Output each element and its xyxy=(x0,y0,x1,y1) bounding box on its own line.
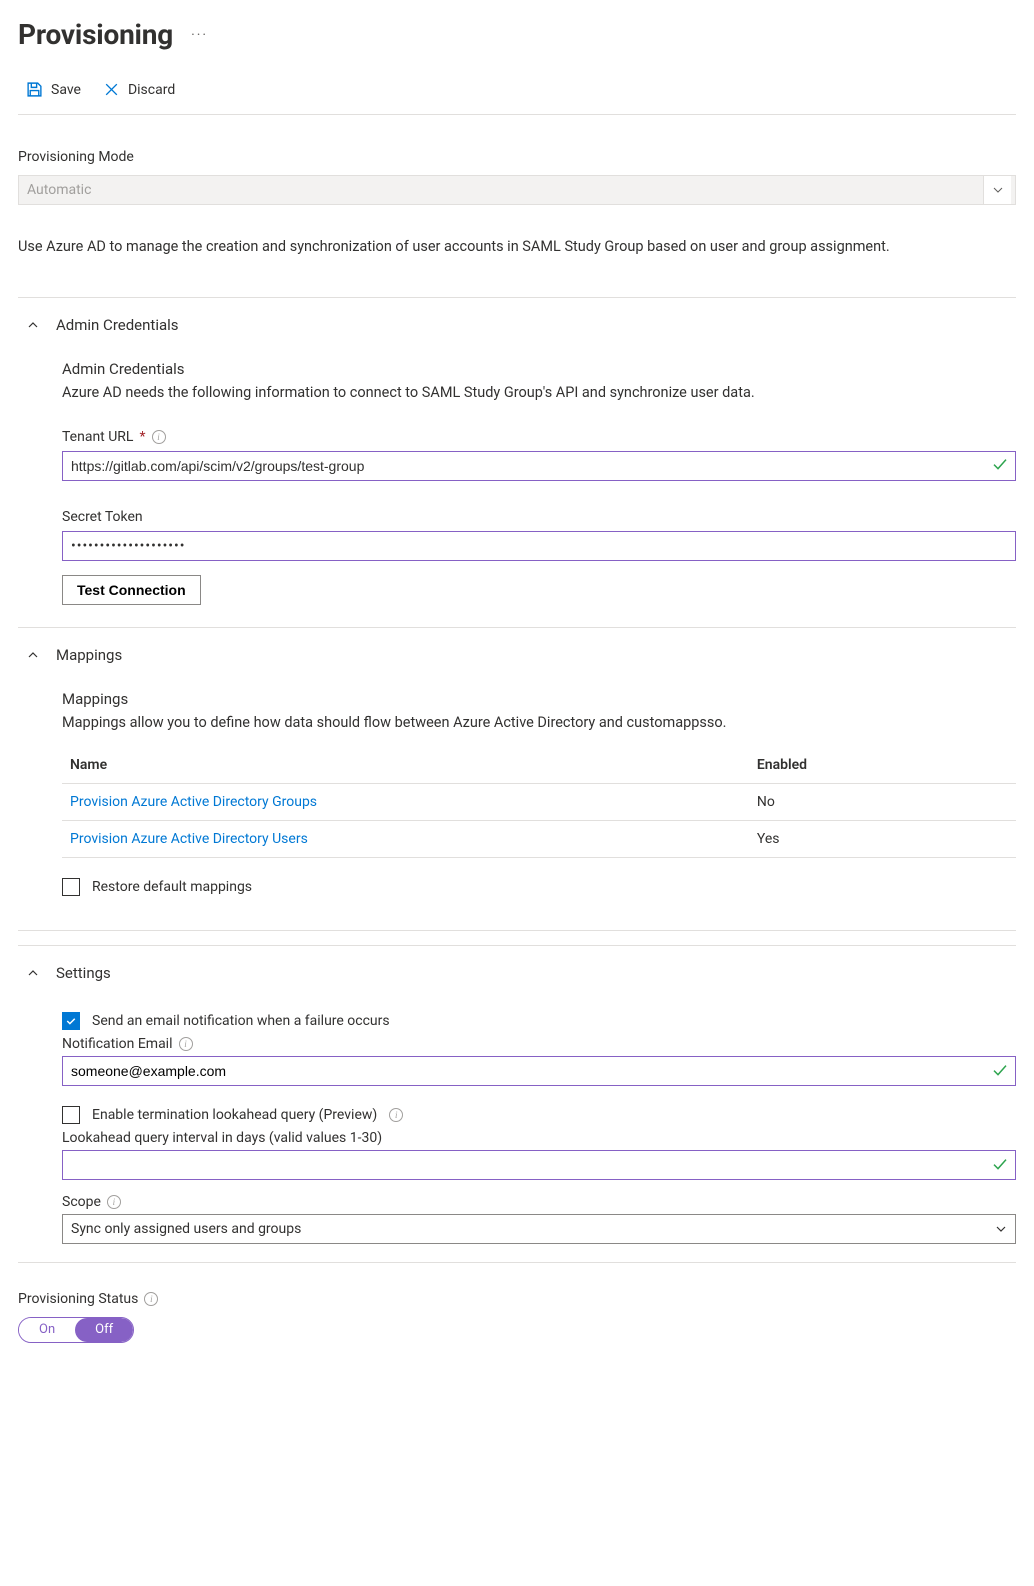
save-button[interactable]: Save xyxy=(26,81,81,98)
provisioning-mode-select[interactable]: Automatic xyxy=(18,175,1016,205)
info-icon[interactable]: i xyxy=(152,430,166,444)
notification-email-input[interactable] xyxy=(62,1056,1016,1086)
col-name: Name xyxy=(62,749,749,784)
test-connection-button[interactable]: Test Connection xyxy=(62,575,201,605)
info-icon[interactable]: i xyxy=(144,1292,158,1306)
termination-lookahead-checkbox[interactable] xyxy=(62,1106,80,1124)
settings-title: Settings xyxy=(56,964,111,982)
mappings-title: Mappings xyxy=(56,646,122,664)
scope-label: Scope xyxy=(62,1194,101,1210)
chevron-down-icon xyxy=(995,1223,1007,1235)
save-label: Save xyxy=(51,82,81,98)
provisioning-mode-value: Automatic xyxy=(27,182,91,198)
email-notify-label: Send an email notification when a failur… xyxy=(92,1013,390,1029)
check-icon xyxy=(992,1157,1008,1173)
mapping-enabled: Yes xyxy=(749,820,1016,857)
info-icon[interactable]: i xyxy=(179,1037,193,1051)
admin-credentials-title: Admin Credentials xyxy=(56,316,179,334)
lookahead-interval-input[interactable] xyxy=(62,1150,1016,1180)
save-icon xyxy=(26,81,43,98)
scope-select[interactable]: Sync only assigned users and groups xyxy=(62,1214,1016,1244)
mappings-table: Name Enabled Provision Azure Active Dire… xyxy=(62,749,1016,858)
restore-defaults-label: Restore default mappings xyxy=(92,879,252,895)
notification-email-label: Notification Email xyxy=(62,1036,173,1052)
table-row: Provision Azure Active Directory Groups … xyxy=(62,783,1016,820)
scope-value: Sync only assigned users and groups xyxy=(71,1221,301,1237)
mapping-link-groups[interactable]: Provision Azure Active Directory Groups xyxy=(70,794,317,810)
tenant-url-input[interactable] xyxy=(62,451,1016,481)
check-icon xyxy=(992,1063,1008,1079)
provisioning-mode-description: Use Azure AD to manage the creation and … xyxy=(18,235,1016,259)
tenant-url-label: Tenant URL xyxy=(62,429,133,445)
toggle-off[interactable]: Off xyxy=(75,1318,133,1342)
info-icon[interactable]: i xyxy=(389,1108,403,1122)
mappings-expander[interactable]: Mappings xyxy=(18,628,1016,664)
table-row: Provision Azure Active Directory Users Y… xyxy=(62,820,1016,857)
secret-token-input[interactable] xyxy=(62,531,1016,561)
mappings-description: Mappings allow you to define how data sh… xyxy=(62,714,1016,731)
mappings-heading: Mappings xyxy=(62,690,1016,708)
discard-button[interactable]: Discard xyxy=(103,81,175,98)
chevron-up-icon xyxy=(26,318,40,332)
termination-lookahead-label: Enable termination lookahead query (Prev… xyxy=(92,1107,377,1123)
chevron-up-icon xyxy=(26,648,40,662)
mapping-link-users[interactable]: Provision Azure Active Directory Users xyxy=(70,831,308,847)
lookahead-interval-label: Lookahead query interval in days (valid … xyxy=(62,1130,382,1146)
command-bar: Save Discard xyxy=(18,77,1016,115)
provisioning-mode-label: Provisioning Mode xyxy=(18,149,1016,165)
chevron-down-icon xyxy=(983,176,1011,204)
provisioning-status-toggle[interactable]: On Off xyxy=(18,1317,134,1343)
settings-expander[interactable]: Settings xyxy=(18,946,1016,982)
admin-credentials-expander[interactable]: Admin Credentials xyxy=(18,298,1016,334)
admin-credentials-heading: Admin Credentials xyxy=(62,360,1016,378)
admin-credentials-description: Azure AD needs the following information… xyxy=(62,384,1016,401)
info-icon[interactable]: i xyxy=(107,1195,121,1209)
provisioning-status-label: Provisioning Status xyxy=(18,1291,138,1307)
col-enabled: Enabled xyxy=(749,749,1016,784)
email-notify-checkbox[interactable] xyxy=(62,1012,80,1030)
check-icon xyxy=(992,457,1008,473)
page-title: Provisioning xyxy=(18,18,173,51)
secret-token-label: Secret Token xyxy=(62,509,143,525)
required-star: * xyxy=(139,429,145,445)
close-icon xyxy=(103,81,120,98)
restore-defaults-checkbox[interactable] xyxy=(62,878,80,896)
mapping-enabled: No xyxy=(749,783,1016,820)
more-icon[interactable]: ··· xyxy=(191,27,208,43)
toggle-on[interactable]: On xyxy=(19,1318,75,1342)
discard-label: Discard xyxy=(128,82,175,98)
chevron-up-icon xyxy=(26,966,40,980)
